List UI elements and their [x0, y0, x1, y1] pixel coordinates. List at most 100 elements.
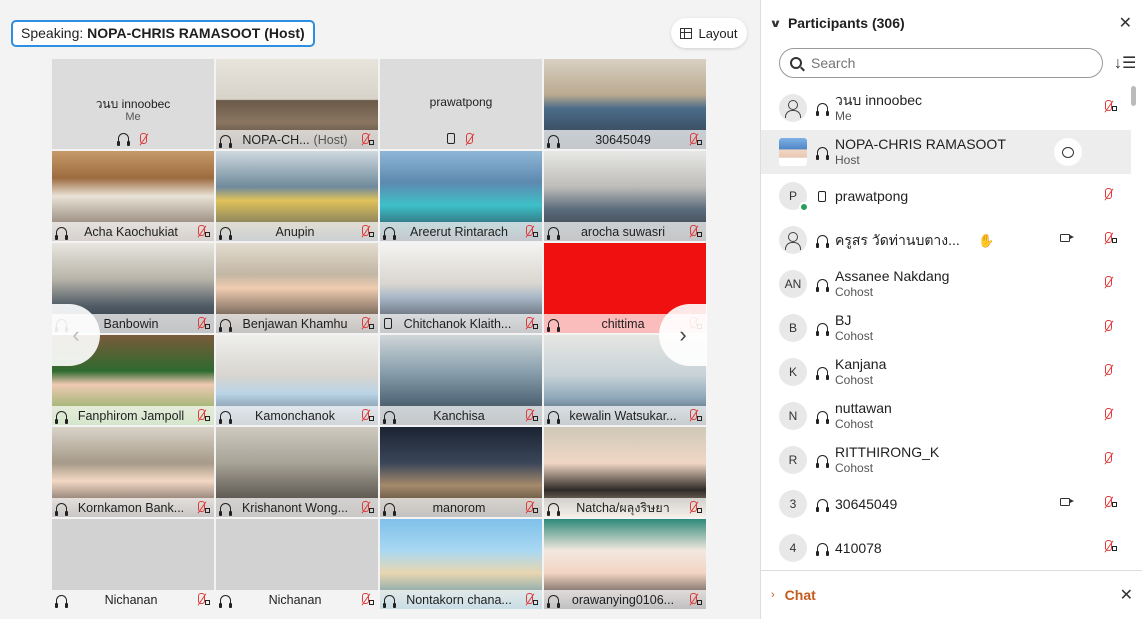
video-tile[interactable]: วนบ innoobec Me — [52, 59, 214, 149]
muted-mic-icon — [687, 593, 699, 606]
tile-name-bar: Chitchanok Klaith... — [380, 314, 542, 333]
video-tile[interactable]: Kamonchanok — [216, 335, 378, 425]
participant-role: Cohost — [835, 417, 874, 431]
tile-participant-sub: Me — [125, 111, 141, 123]
participant-name: BJ — [835, 312, 852, 328]
video-tile[interactable]: Nichanan — [216, 519, 378, 609]
sort-list-icon[interactable]: ↓☰ — [1114, 53, 1136, 73]
participant-row[interactable]: ครูสร วัดท่านบตาง... ✋ — [761, 218, 1131, 262]
layout-button[interactable]: Layout — [671, 18, 747, 48]
participant-row[interactable]: วนบ innoobec Me — [761, 86, 1131, 130]
video-tile[interactable]: Benjawan Khamhu — [216, 243, 378, 333]
participant-row[interactable]: Nnuttawan Cohost — [761, 394, 1131, 438]
video-tile[interactable]: orawanying0106... — [544, 519, 706, 609]
video-tile[interactable]: prawatpong — [380, 59, 542, 149]
muted-mic-icon — [523, 501, 535, 514]
headphone-icon — [815, 455, 829, 468]
participant-name: 30645049 — [835, 496, 898, 512]
muted-mic-icon — [523, 317, 535, 330]
video-tile[interactable]: Kanchisa — [380, 335, 542, 425]
headphone-icon — [55, 594, 68, 608]
video-tile[interactable]: Nontakorn chana... — [380, 519, 542, 609]
chat-label: Chat — [784, 587, 816, 603]
video-tile[interactable]: Natcha/ผลุงริษยา — [544, 427, 706, 517]
avatar: 3 — [779, 490, 807, 518]
headphone-icon — [116, 133, 130, 146]
participants-header[interactable]: ∨ Participants (306) ✕ — [761, 0, 1142, 46]
avatar: R — [779, 446, 807, 474]
participant-row[interactable]: K Kanjana Cohost — [761, 350, 1131, 394]
tile-participant-name: orawanying0106... — [571, 592, 675, 607]
video-tile[interactable]: Chitchanok Klaith... — [380, 243, 542, 333]
muted-mic-icon — [687, 501, 699, 514]
avatar: K — [779, 358, 807, 386]
tile-name-bar: Fanphirom Jampoll — [52, 406, 214, 425]
video-tile[interactable]: NOPA-CH... (Host) — [216, 59, 378, 149]
close-icon[interactable]: ✕ — [1119, 13, 1132, 33]
participant-list: วนบ innoobec Me NOPA-CHRIS RAMASOOT Host Ppr… — [761, 86, 1131, 570]
video-camera-icon — [1060, 234, 1074, 242]
tile-participant-name: Benjawan Khamhu — [242, 316, 348, 331]
search-icon — [790, 57, 802, 69]
video-tile[interactable]: Areerut Rintarach — [380, 151, 542, 241]
participant-name: Kanjana — [835, 356, 887, 372]
headphone-icon — [383, 226, 396, 240]
participant-row[interactable]: Pprawatpong — [761, 174, 1131, 218]
muted-mic-icon — [687, 225, 699, 238]
muted-mic-icon — [137, 133, 149, 146]
participant-row[interactable]: 4 410078 — [761, 526, 1131, 570]
participant-name: 410078 — [835, 540, 882, 556]
video-tile[interactable]: Acha Kaochukiat — [52, 151, 214, 241]
participant-row[interactable]: B BJ Cohost — [761, 306, 1131, 350]
tile-name-bar: arocha suwasri — [544, 222, 706, 241]
muted-mic-icon — [523, 409, 535, 422]
participant-role: Cohost — [835, 329, 874, 343]
muted-mic-icon — [1102, 232, 1114, 245]
video-tile[interactable]: Krishanont Wong... — [216, 427, 378, 517]
video-tile[interactable]: Nichanan — [52, 519, 214, 609]
muted-mic-icon — [687, 133, 699, 146]
muted-mic-icon — [1102, 540, 1114, 553]
participant-row[interactable]: 3 30645049 — [761, 482, 1131, 526]
tile-name-bar: orawanying0106... — [544, 590, 706, 609]
headphone-icon — [219, 502, 232, 516]
headphone-icon — [547, 226, 560, 240]
chat-section-header[interactable]: › Chat ✕ — [761, 570, 1142, 619]
default-avatar-icon — [779, 226, 807, 254]
muted-mic-icon — [1102, 188, 1114, 201]
list-scrollbar[interactable] — [1131, 86, 1136, 106]
video-tile[interactable]: Kornkamon Bank... — [52, 427, 214, 517]
video-tile[interactable]: 30645049 — [544, 59, 706, 149]
participant-search[interactable] — [779, 48, 1103, 78]
headphone-icon — [815, 103, 829, 116]
muted-mic-icon — [687, 409, 699, 422]
headphone-icon — [815, 543, 829, 556]
participant-row[interactable]: R RITTHIRONG_K Cohost — [761, 438, 1131, 482]
headphone-icon — [219, 318, 232, 332]
phone-icon — [447, 133, 455, 144]
muted-mic-icon — [1102, 496, 1114, 509]
tile-name-bar: Acha Kaochukiat — [52, 222, 214, 241]
muted-mic-icon — [195, 409, 207, 422]
close-icon[interactable]: ✕ — [1120, 585, 1133, 605]
participant-row[interactable]: NOPA-CHRIS RAMASOOT Host — [761, 130, 1131, 174]
muted-mic-icon — [1102, 320, 1114, 333]
headphone-icon — [55, 502, 68, 516]
chat-icon — [1062, 146, 1074, 158]
participants-panel: ∨ Participants (306) ✕ ↓☰ วนบ innoobecMe… — [760, 0, 1142, 619]
tile-name-bar: Kornkamon Bank... — [52, 498, 214, 517]
video-tile[interactable]: arocha suwasri — [544, 151, 706, 241]
muted-mic-icon — [359, 225, 371, 238]
search-input[interactable] — [811, 55, 1071, 71]
chat-button[interactable] — [1054, 138, 1082, 166]
video-tile[interactable]: Anupin — [216, 151, 378, 241]
avatar — [779, 138, 807, 166]
participant-role: Cohost — [835, 461, 874, 475]
muted-mic-icon — [195, 501, 207, 514]
participant-row[interactable]: AN Assanee Nakdang Cohost — [761, 262, 1131, 306]
video-tile[interactable]: manorom — [380, 427, 542, 517]
tile-name-bar: Anupin — [216, 222, 378, 241]
muted-mic-icon — [1102, 408, 1114, 421]
avatar: N — [779, 402, 807, 430]
participant-name: RITTHIRONG_K — [835, 444, 940, 460]
